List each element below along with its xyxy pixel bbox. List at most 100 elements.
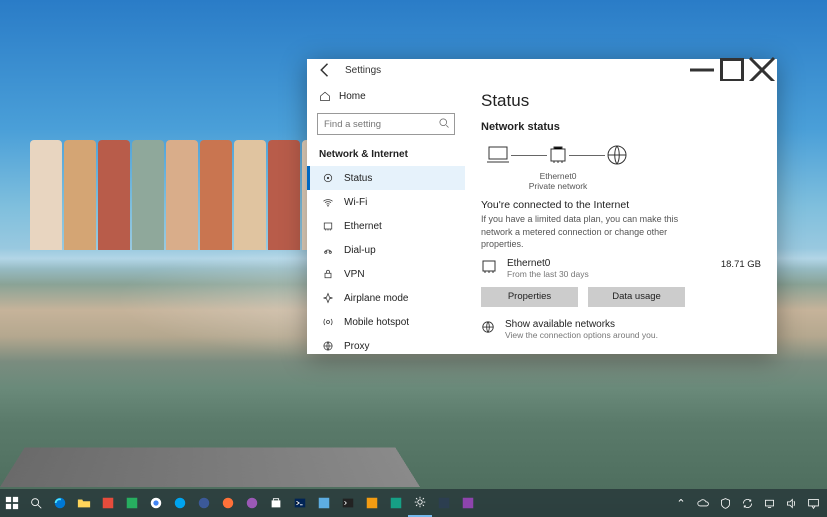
app-icon <box>461 496 475 510</box>
sidebar-item-airplane[interactable]: Airplane mode <box>307 286 465 310</box>
app-icon <box>365 496 379 510</box>
sidebar-item-dialup[interactable]: Dial-up <box>307 238 465 262</box>
tray-overflow[interactable]: ⌃ <box>673 495 689 511</box>
sidebar-item-label: Wi-Fi <box>344 197 367 208</box>
taskbar-settings-active[interactable] <box>408 489 432 517</box>
sidebar-item-vpn[interactable]: VPN <box>307 262 465 286</box>
taskbar-app-10[interactable] <box>456 489 480 517</box>
taskbar-app-3[interactable] <box>168 489 192 517</box>
sidebar-item-label: Proxy <box>344 341 370 352</box>
globe-icon <box>605 143 629 167</box>
start-button[interactable] <box>0 489 24 517</box>
sidebar-item-label: Status <box>344 173 372 184</box>
app-icon <box>197 496 211 510</box>
adapter-row-name: Ethernet0 <box>507 258 711 269</box>
globe-icon <box>481 320 495 334</box>
hotspot-icon <box>322 316 334 328</box>
taskbar-chrome[interactable] <box>144 489 168 517</box>
taskbar-app-9[interactable] <box>432 489 456 517</box>
sidebar-item-wifi[interactable]: Wi-Fi <box>307 190 465 214</box>
content-pane: Status Network status Ethern <box>465 81 777 354</box>
taskbar-edge[interactable] <box>48 489 72 517</box>
home-label: Home <box>339 91 366 102</box>
taskbar-app-4[interactable] <box>192 489 216 517</box>
home-link[interactable]: Home <box>307 85 465 107</box>
diagram-adapter-name: Ethernet0 <box>523 171 593 181</box>
status-icon <box>322 172 334 184</box>
page-title: Status <box>481 91 761 111</box>
taskbar-search[interactable] <box>24 489 48 517</box>
taskbar-app-7[interactable] <box>360 489 384 517</box>
sidebar-item-proxy[interactable]: Proxy <box>307 334 465 358</box>
section-label: Network & Internet <box>307 141 465 166</box>
taskbar-app-1[interactable] <box>96 489 120 517</box>
diagram-caption: Ethernet0 Private network <box>523 171 593 191</box>
taskbar-firefox[interactable] <box>216 489 240 517</box>
terminal-icon <box>341 496 355 510</box>
sidebar: Home Network & Internet Status <box>307 81 465 354</box>
tray-network[interactable] <box>761 495 777 511</box>
adapter-usage-row: Ethernet0 From the last 30 days 18.71 GB <box>481 258 761 279</box>
network-diagram <box>485 143 761 167</box>
taskbar-powershell[interactable] <box>288 489 312 517</box>
search-icon <box>29 496 43 510</box>
firefox-icon <box>221 496 235 510</box>
taskbar-app-8[interactable] <box>384 489 408 517</box>
taskbar-app-5[interactable] <box>240 489 264 517</box>
wifi-icon <box>322 196 334 208</box>
show-networks-subtitle: View the connection options around you. <box>505 330 658 340</box>
minimize-button[interactable] <box>687 59 717 81</box>
windows-icon <box>5 496 19 510</box>
taskbar: ⌃ <box>0 489 827 517</box>
sidebar-item-ethernet[interactable]: Ethernet <box>307 214 465 238</box>
system-tray: ⌃ <box>673 495 827 511</box>
tray-security[interactable] <box>717 495 733 511</box>
taskbar-explorer[interactable] <box>72 489 96 517</box>
wallpaper-pier <box>0 447 420 487</box>
titlebar[interactable]: Settings <box>307 59 777 81</box>
sidebar-item-hotspot[interactable]: Mobile hotspot <box>307 310 465 334</box>
notification-icon <box>807 497 820 510</box>
advanced-settings-heading: Advanced network settings <box>481 352 761 354</box>
show-networks-link[interactable]: Show available networks View the connect… <box>481 319 761 340</box>
sidebar-nav: Status Wi-Fi Ethernet Dial-up <box>307 166 465 358</box>
properties-button[interactable]: Properties <box>481 287 578 307</box>
powershell-icon <box>293 496 307 510</box>
sidebar-item-label: VPN <box>344 269 365 280</box>
tray-action-center[interactable] <box>805 495 821 511</box>
diagram-network-type: Private network <box>523 181 593 191</box>
sidebar-item-label: Airplane mode <box>344 293 408 304</box>
pc-node <box>485 144 511 166</box>
search-input[interactable] <box>317 113 455 135</box>
adapter-row-usage: 18.71 GB <box>721 258 761 270</box>
cloud-icon <box>697 497 710 510</box>
adapter-row-icon <box>481 258 497 277</box>
laptop-icon <box>485 144 511 166</box>
ethernet-icon <box>322 220 334 232</box>
close-button[interactable] <box>747 59 777 81</box>
maximize-button[interactable] <box>717 59 747 81</box>
tray-update[interactable] <box>739 495 755 511</box>
taskbar-terminal[interactable] <box>336 489 360 517</box>
network-status-heading: Network status <box>481 121 761 133</box>
wallpaper-buildings <box>30 140 334 250</box>
taskbar-app-2[interactable] <box>120 489 144 517</box>
data-usage-button[interactable]: Data usage <box>588 287 685 307</box>
app-icon <box>125 496 139 510</box>
tray-volume[interactable] <box>783 495 799 511</box>
taskbar-app-6[interactable] <box>312 489 336 517</box>
sidebar-item-label: Dial-up <box>344 245 376 256</box>
ethernet-adapter-icon <box>547 144 569 166</box>
dialup-icon <box>322 244 334 256</box>
proxy-icon <box>322 340 334 352</box>
back-button[interactable] <box>315 60 335 80</box>
tray-onedrive[interactable] <box>695 495 711 511</box>
desktop-wallpaper: Settings Home <box>0 0 827 517</box>
ethernet-icon <box>481 258 497 274</box>
sidebar-item-status[interactable]: Status <box>307 166 465 190</box>
store-icon <box>269 496 283 510</box>
adapter-row-subtitle: From the last 30 days <box>507 269 711 279</box>
taskbar-store[interactable] <box>264 489 288 517</box>
update-icon <box>741 497 754 510</box>
chrome-icon <box>149 496 163 510</box>
